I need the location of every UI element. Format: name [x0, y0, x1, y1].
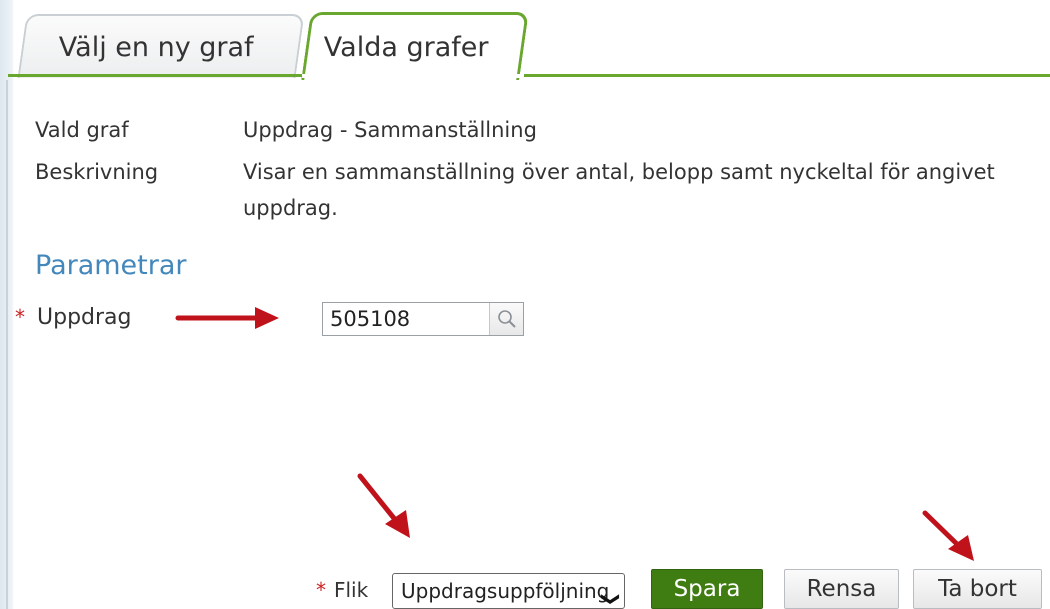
- description-label: Beskrivning: [35, 160, 159, 184]
- frame-edge: [6, 80, 8, 609]
- tab-underline: [8, 74, 1050, 77]
- active-tab-gap: [302, 74, 524, 78]
- flik-selected-value: Uppdragsuppföljning: [401, 579, 610, 603]
- tab-bar: Välj en ny graf Valda grafer: [0, 0, 1050, 80]
- clear-button[interactable]: Rensa: [784, 569, 899, 609]
- uppdrag-input[interactable]: [323, 303, 489, 335]
- delete-button[interactable]: Ta bort: [913, 569, 1042, 609]
- chevron-down-icon: ❯: [600, 591, 622, 607]
- uppdrag-field: [322, 302, 524, 336]
- annotation-arrow-right: [175, 307, 279, 329]
- tab-label: Valda grafer: [323, 32, 489, 63]
- description-value: Visar en sammanställning över antal, bel…: [243, 160, 995, 220]
- required-marker: *: [15, 305, 25, 329]
- selected-graph-label: Vald graf: [35, 118, 129, 142]
- tab-selected-graphs[interactable]: Valda grafer: [301, 12, 529, 80]
- flik-select[interactable]: Uppdragsuppföljning ❯: [392, 573, 625, 609]
- flik-label: Flik: [334, 578, 369, 602]
- selected-graph-value: Uppdrag - Sammanställning: [243, 118, 537, 142]
- search-icon: [497, 310, 516, 328]
- page-frame: [0, 0, 1050, 609]
- annotation-arrow-tabort: [922, 510, 974, 561]
- tab-label: Välj en ny graf: [58, 31, 254, 63]
- annotation-arrow-flik: [357, 473, 410, 538]
- tab-choose-new-graph[interactable]: Välj en ny graf: [17, 14, 305, 78]
- required-marker: *: [316, 578, 326, 602]
- save-button[interactable]: Spara: [651, 569, 763, 609]
- uppdrag-label: Uppdrag: [37, 305, 132, 330]
- uppdrag-lookup-button[interactable]: [489, 303, 523, 335]
- parameters-heading: Parametrar: [35, 250, 187, 281]
